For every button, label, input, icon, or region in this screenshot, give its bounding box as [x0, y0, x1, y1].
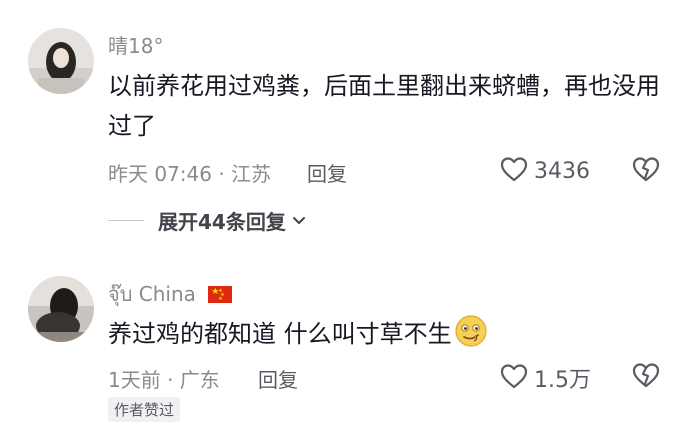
- smirk-emoji-icon: [454, 314, 488, 348]
- author-liked-badge: 作者赞过: [108, 397, 181, 422]
- expand-replies-button[interactable]: 展开44条回复: [108, 206, 306, 235]
- like-button[interactable]: 3436: [500, 156, 590, 186]
- comment-text: 以前养花用过鸡粪，后面土里翻出来蛴螬，再也没用过了: [108, 72, 660, 140]
- like-count: 3436: [534, 158, 590, 184]
- expand-replies-label: 展开44条回复: [158, 210, 286, 234]
- avatar[interactable]: [28, 276, 94, 342]
- dislike-button[interactable]: [632, 362, 660, 392]
- comment-text-body: 养过鸡的都知道 什么叫寸草不生: [108, 320, 452, 348]
- heart-icon: [500, 156, 528, 186]
- broken-heart-icon: [632, 363, 660, 392]
- dislike-button[interactable]: [632, 156, 660, 186]
- broken-heart-icon: [632, 157, 660, 186]
- chevron-down-icon: [292, 211, 306, 230]
- reply-button[interactable]: 回复: [258, 364, 298, 393]
- username[interactable]: 晴18°: [108, 30, 163, 59]
- username-text: จุ๊บ China: [108, 282, 196, 306]
- china-flag-icon: ★ ★ ★ ★: [208, 286, 233, 303]
- like-button[interactable]: 1.5万: [500, 362, 591, 394]
- comment-time-location: 1天前 · 广东: [108, 368, 220, 392]
- username[interactable]: จุ๊บ China ★ ★ ★ ★: [108, 278, 233, 310]
- heart-icon: [500, 363, 528, 393]
- reply-button[interactable]: 回复: [307, 158, 347, 187]
- avatar[interactable]: [28, 28, 94, 94]
- comment-time-location: 昨天 07:46 · 江苏: [108, 162, 272, 186]
- like-count: 1.5万: [534, 368, 591, 393]
- comment-text: 养过鸡的都知道 什么叫寸草不生: [108, 314, 668, 354]
- divider-line: [108, 219, 144, 222]
